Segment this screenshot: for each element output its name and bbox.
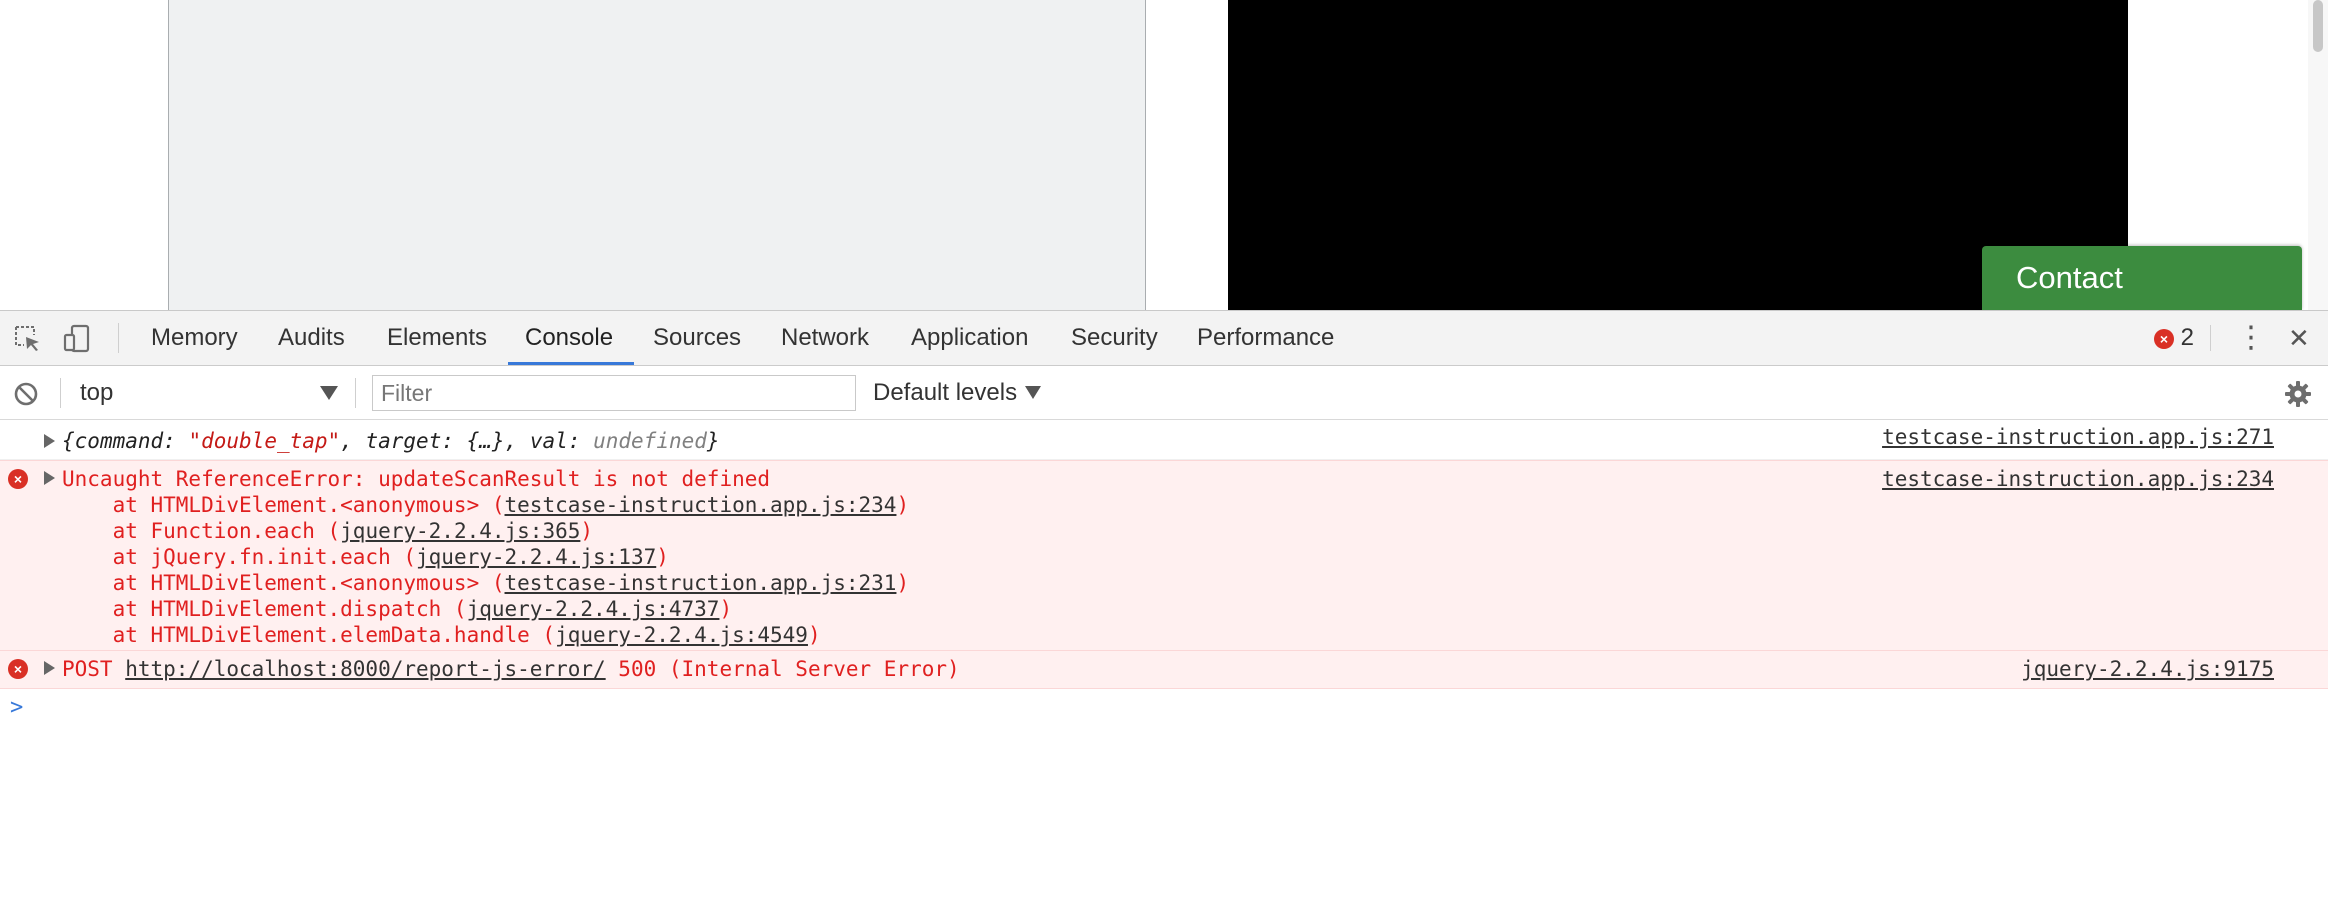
expand-arrow-icon[interactable] [44, 471, 55, 485]
tab-application[interactable]: Application [911, 311, 1028, 365]
log-object-preview[interactable]: {command: "double_tap", target: {…}, val… [62, 429, 720, 453]
toolbar-divider [118, 323, 119, 353]
gray-content-panel [168, 0, 1146, 310]
stack-frame: at HTMLDivElement.elemData.handle (jquer… [62, 623, 821, 647]
error-icon: × [8, 659, 28, 679]
contact-button[interactable]: Contact [1982, 246, 2302, 310]
stack-frame: at HTMLDivElement.<anonymous> (testcase-… [62, 493, 910, 517]
stack-frame: at HTMLDivElement.<anonymous> (testcase-… [62, 571, 910, 595]
close-devtools-icon[interactable]: ✕ [2288, 311, 2310, 365]
tab-security[interactable]: Security [1071, 311, 1158, 365]
clear-console-icon[interactable] [13, 381, 39, 407]
page-viewport: Contact [0, 0, 2328, 310]
filter-input[interactable] [372, 375, 856, 411]
tab-console[interactable]: Console [525, 311, 613, 365]
error-icon: × [2154, 328, 2174, 349]
stack-frame: at HTMLDivElement.dispatch (jquery-2.2.4… [62, 597, 733, 621]
stack-frame-link[interactable]: testcase-instruction.app.js:234 [505, 493, 897, 517]
console-filter-bar: top Default levels [0, 366, 2328, 420]
devtools-panel: Memory Audits Elements Console Sources N… [0, 310, 2328, 916]
network-error-text: POST http://localhost:8000/report-js-err… [62, 657, 960, 681]
source-link[interactable]: testcase-instruction.app.js:234 [1882, 467, 2274, 491]
source-link[interactable]: jquery-2.2.4.js:9175 [2021, 657, 2274, 681]
tab-performance[interactable]: Performance [1197, 311, 1334, 365]
active-tab-indicator [508, 362, 634, 365]
console-prompt-row[interactable]: > [0, 689, 2328, 729]
console-messages: {command: "double_tap", target: {…}, val… [0, 420, 2328, 729]
page-scrollbar-thumb[interactable] [2313, 0, 2323, 52]
gear-icon[interactable] [2284, 380, 2312, 408]
error-text: Uncaught ReferenceError: updateScanResul… [62, 467, 771, 491]
more-options-icon[interactable]: ⋮ [2236, 311, 2266, 365]
toolbar-divider [2210, 325, 2211, 351]
chevron-down-icon[interactable] [320, 386, 338, 400]
filter-divider [355, 378, 356, 408]
request-url-link[interactable]: http://localhost:8000/report-js-error/ [125, 657, 605, 681]
console-error-message[interactable]: × Uncaught ReferenceError: updateScanRes… [0, 460, 2328, 651]
console-prompt-icon[interactable]: > [10, 695, 23, 720]
stack-frame-link[interactable]: jquery-2.2.4.js:4737 [467, 597, 720, 621]
page-scrollbar[interactable] [2308, 0, 2328, 310]
context-selector[interactable]: top [80, 366, 113, 419]
expand-arrow-icon[interactable] [44, 434, 55, 448]
inspect-element-icon[interactable] [12, 323, 42, 353]
chevron-down-icon[interactable] [1025, 386, 1041, 399]
device-toolbar-icon[interactable] [62, 323, 92, 353]
filter-divider [60, 378, 61, 408]
stack-frame-link[interactable]: jquery-2.2.4.js:4549 [555, 623, 808, 647]
console-error-message[interactable]: × POST http://localhost:8000/report-js-e… [0, 651, 2328, 689]
source-link[interactable]: testcase-instruction.app.js:271 [1882, 425, 2274, 449]
devtools-tabbar: Memory Audits Elements Console Sources N… [0, 311, 2328, 366]
log-levels-selector[interactable]: Default levels [873, 366, 1017, 419]
stack-frame: at Function.each (jquery-2.2.4.js:365) [62, 519, 594, 543]
expand-arrow-icon[interactable] [44, 661, 55, 675]
tab-network[interactable]: Network [781, 311, 869, 365]
tab-sources[interactable]: Sources [653, 311, 741, 365]
tab-elements[interactable]: Elements [387, 311, 487, 365]
error-counter[interactable]: × 2 [2154, 311, 2194, 365]
error-icon: × [8, 469, 28, 489]
console-log-message[interactable]: {command: "double_tap", target: {…}, val… [0, 420, 2328, 460]
tab-memory[interactable]: Memory [151, 311, 238, 365]
tab-audits[interactable]: Audits [278, 311, 345, 365]
stack-frame-link[interactable]: jquery-2.2.4.js:137 [416, 545, 656, 569]
stack-frame-link[interactable]: testcase-instruction.app.js:231 [505, 571, 897, 595]
stack-frame-link[interactable]: jquery-2.2.4.js:365 [340, 519, 580, 543]
stack-frame: at jQuery.fn.init.each (jquery-2.2.4.js:… [62, 545, 669, 569]
error-count: 2 [2180, 324, 2195, 351]
